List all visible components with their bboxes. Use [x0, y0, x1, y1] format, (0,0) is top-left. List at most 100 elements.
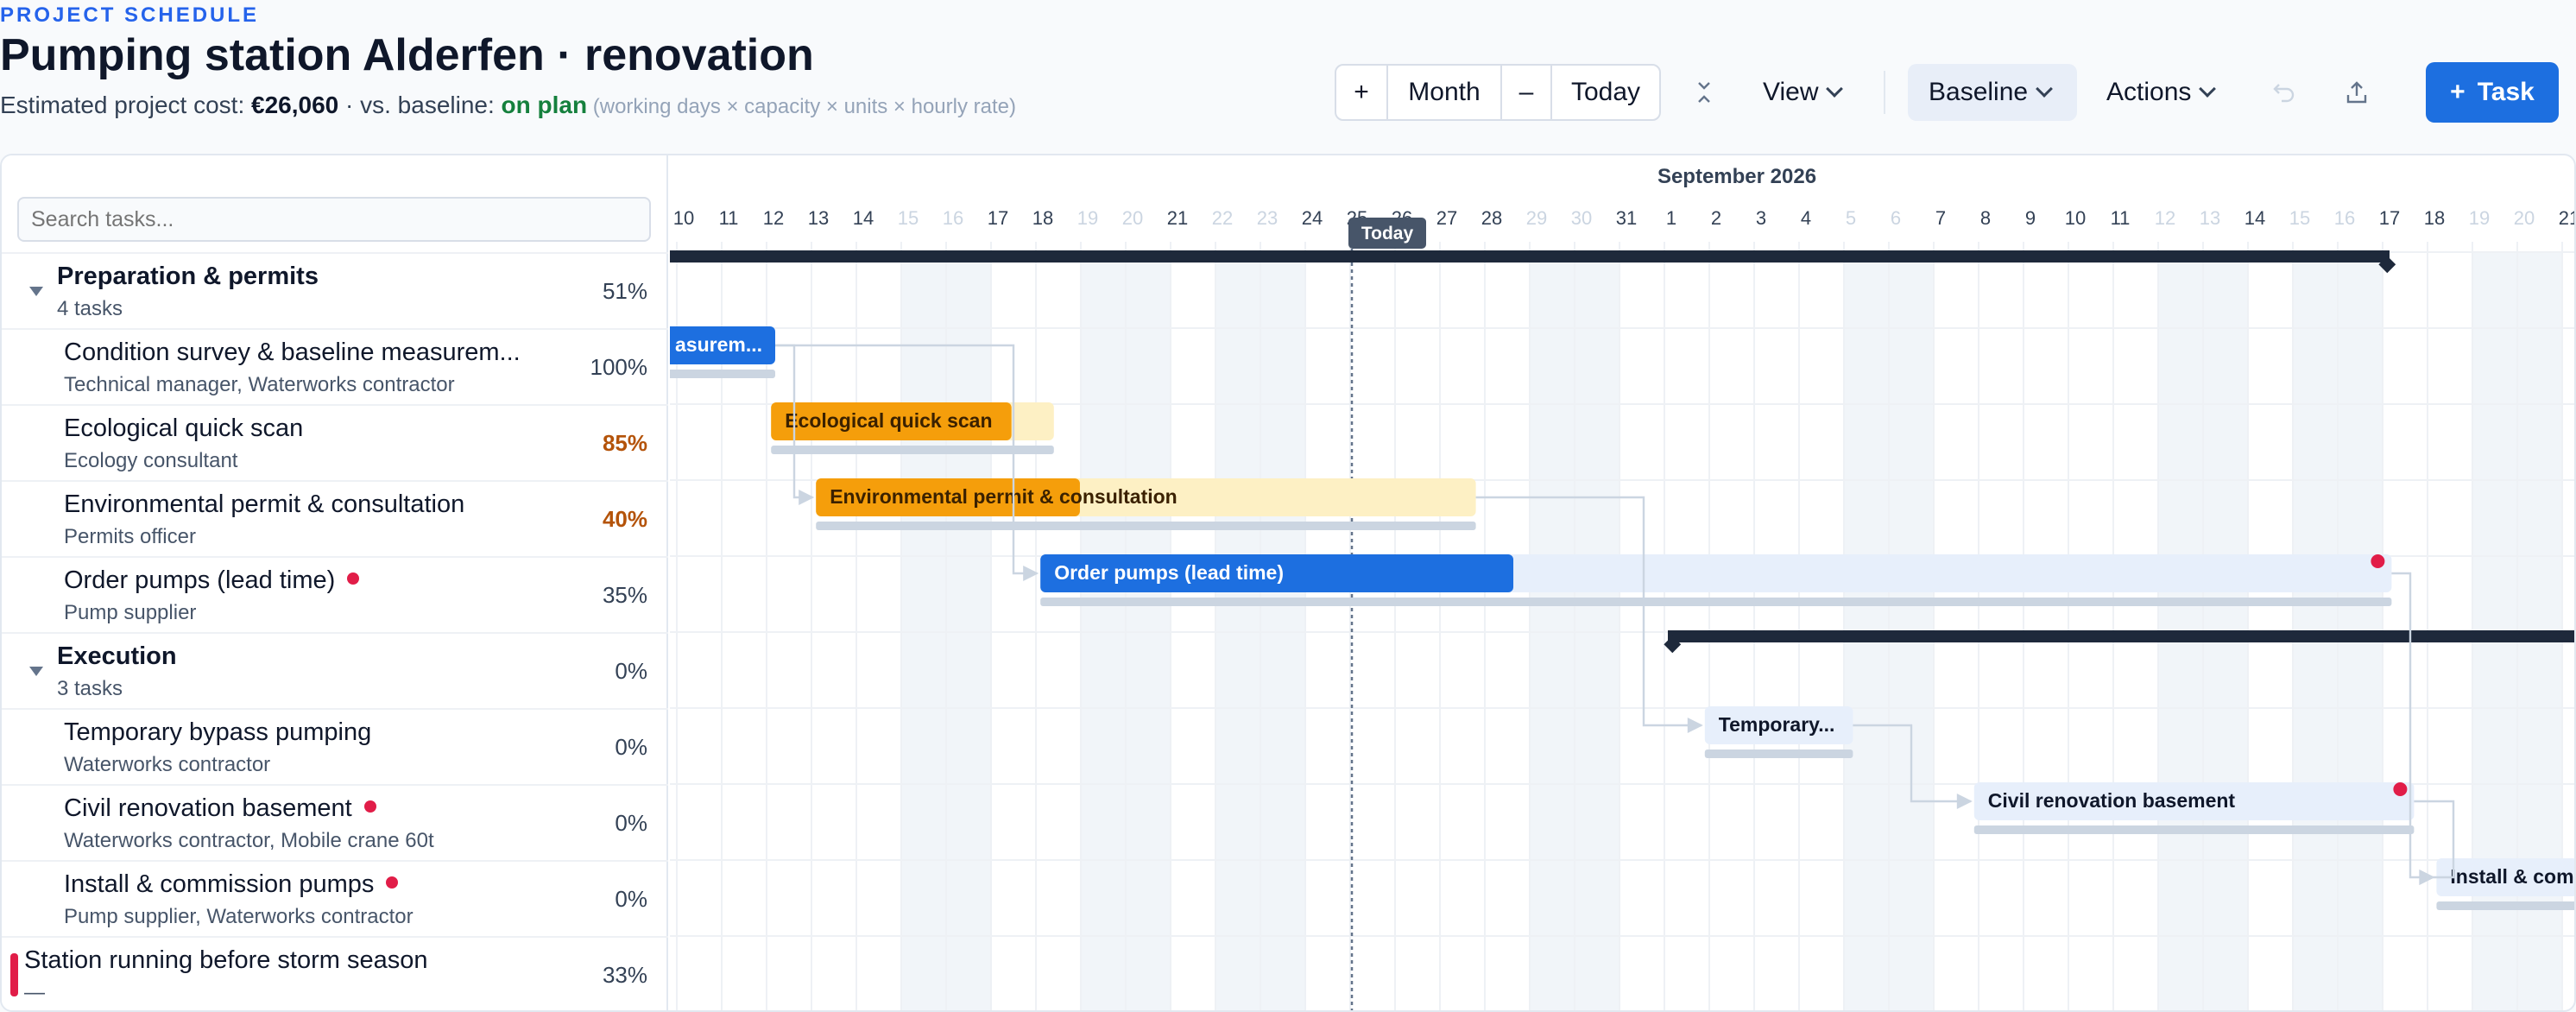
task-row[interactable]: Environmental permit & consultation Permi…	[2, 480, 668, 556]
row-subtitle: —	[24, 981, 45, 1004]
row-progress: 33%	[602, 962, 647, 988]
chevron-down-icon	[1826, 80, 1844, 98]
undo-button[interactable]	[2267, 64, 2301, 121]
summary-bar	[1668, 630, 2574, 642]
day-label: 16	[2334, 207, 2355, 229]
gantt-panel: Preparation & permits 4 tasks 51% Condition…	[0, 154, 2576, 1012]
page-eyebrow: PROJECT SCHEDULE	[0, 3, 260, 27]
row-progress: 85%	[602, 430, 647, 456]
page-header: PROJECT SCHEDULE Pumping station Alderfe…	[0, 0, 2576, 154]
row-subtitle: 3 tasks	[57, 677, 123, 700]
row-name: Ecological quick scan	[64, 414, 304, 442]
row-progress: 0%	[615, 734, 647, 760]
task-row[interactable]: Civil renovation basement Waterworks cont…	[2, 784, 668, 860]
plus-icon: +	[2450, 78, 2466, 106]
day-label: 19	[2469, 207, 2490, 229]
day-label: 21	[2559, 207, 2576, 229]
add-task-label: Task	[2477, 78, 2535, 106]
task-bar-label: Install & commiss	[2450, 865, 2576, 888]
row-subtitle: Waterworks contractor	[64, 753, 271, 776]
actions-menu-button[interactable]: Actions	[2106, 64, 2231, 121]
day-label: 15	[2289, 207, 2310, 229]
gantt-canvas: September 202610 11 12 13 14 15 16 17 18 19 20 21 22…	[661, 165, 2576, 1010]
collapse-caret-icon[interactable]	[29, 667, 43, 676]
day-label: 19	[1077, 207, 1098, 229]
export-button[interactable]	[2339, 64, 2374, 121]
group-row[interactable]: Execution 3 tasks 0%	[2, 632, 668, 708]
day-label: 14	[2245, 207, 2265, 229]
row-progress: 0%	[615, 810, 647, 836]
dependency-arrow	[1687, 718, 1703, 733]
month-label: September 2026	[1657, 165, 1816, 188]
day-label: 4	[1801, 207, 1811, 229]
day-label: 13	[2200, 207, 2220, 229]
task-bar-label: Environmental permit & consultation	[830, 485, 1178, 508]
day-label: 30	[1571, 207, 1592, 229]
baseline-label: Baseline	[1929, 78, 2029, 106]
row-subtitle: Pump supplier	[64, 601, 197, 624]
task-bar-label: Order pumps (lead time)	[1054, 561, 1284, 584]
day-label: 17	[988, 207, 1008, 229]
zoom-group: + Month – Today	[1335, 64, 1661, 121]
baseline-menu-button[interactable]: Baseline	[1908, 64, 2077, 121]
row-name: Station running before storm season	[24, 946, 428, 974]
day-label: 9	[2025, 207, 2036, 229]
task-row[interactable]: Temporary bypass pumping Waterworks contr…	[2, 708, 668, 784]
task-bar-label: Temporary...	[1719, 713, 1835, 736]
view-label: View	[1763, 78, 1819, 106]
day-label: 6	[1891, 207, 1901, 229]
row-progress: 0%	[615, 658, 647, 684]
baseline-bar	[771, 446, 1054, 454]
day-label: 18	[2424, 207, 2445, 229]
critical-dot-icon	[386, 876, 399, 889]
row-progress: 35%	[602, 582, 647, 608]
collapse-button[interactable]	[1687, 64, 1721, 121]
milestone-row[interactable]: Station running before storm season — 33%	[2, 936, 668, 1010]
group-row[interactable]: Preparation & permits 4 tasks 51%	[2, 252, 668, 328]
task-row[interactable]: Ecological quick scan Ecology consultant 8…	[2, 404, 668, 480]
collapse-vertical-icon	[1698, 82, 1710, 103]
cost-value: €26,060	[251, 92, 339, 118]
row-name: Civil renovation basement	[64, 794, 376, 823]
task-bar-label: Ecological quick scan	[785, 409, 992, 432]
view-menu-button[interactable]: View	[1763, 64, 1866, 121]
day-label: 20	[2514, 207, 2535, 229]
day-label: 22	[1212, 207, 1233, 229]
page-title: Pumping station Alderfen · renovation	[0, 30, 814, 80]
task-row[interactable]: Install & commission pumps Pump supplier,…	[2, 860, 668, 936]
baseline-bar	[1040, 598, 2392, 606]
zoom-in-button[interactable]: +	[1336, 66, 1388, 119]
critical-flag-icon	[2371, 554, 2385, 568]
row-subtitle: Waterworks contractor, Mobile crane 60t	[64, 829, 434, 852]
baseline-status: on plan	[501, 92, 588, 118]
row-progress: 100%	[590, 354, 648, 380]
day-label: 8	[1980, 207, 1991, 229]
cost-prefix: Estimated project cost:	[0, 92, 252, 118]
summary-bar	[670, 250, 2390, 262]
baseline-bar	[1973, 825, 2415, 834]
cost-formula: (working days × capacity × units × hourl…	[587, 95, 1016, 118]
scale-button[interactable]: Month	[1388, 66, 1502, 119]
task-row[interactable]: Order pumps (lead time) Pump supplier 35%	[2, 556, 668, 632]
row-progress: 51%	[602, 278, 647, 304]
task-bar-label: Civil renovation basement	[1988, 789, 2236, 812]
day-label: 29	[1526, 207, 1547, 229]
day-label: 1	[1666, 207, 1676, 229]
collapse-caret-icon[interactable]	[29, 287, 43, 296]
zoom-out-button[interactable]: –	[1502, 66, 1552, 119]
dependency-arrow	[1956, 794, 1973, 809]
task-row[interactable]: Condition survey & baseline measurem... T…	[2, 328, 668, 404]
add-task-button[interactable]: + Task	[2426, 62, 2559, 123]
today-button[interactable]: Today	[1552, 66, 1659, 119]
timeline-chart: September 2026 10 11 12 13 14 15 16 17 18 19 20 21 22…	[661, 155, 2576, 1010]
day-label: 10	[673, 207, 694, 229]
baseline-bar	[661, 370, 775, 378]
share-upload-icon	[2346, 81, 2367, 104]
row-name: Install & commission pumps	[64, 870, 399, 899]
row-name: Environmental permit & consultation	[64, 490, 465, 518]
baseline-bar	[816, 522, 1476, 530]
day-label: 11	[719, 207, 739, 229]
day-label: 12	[2155, 207, 2175, 229]
search-input[interactable]	[17, 197, 651, 242]
milestone-marker	[10, 953, 18, 996]
